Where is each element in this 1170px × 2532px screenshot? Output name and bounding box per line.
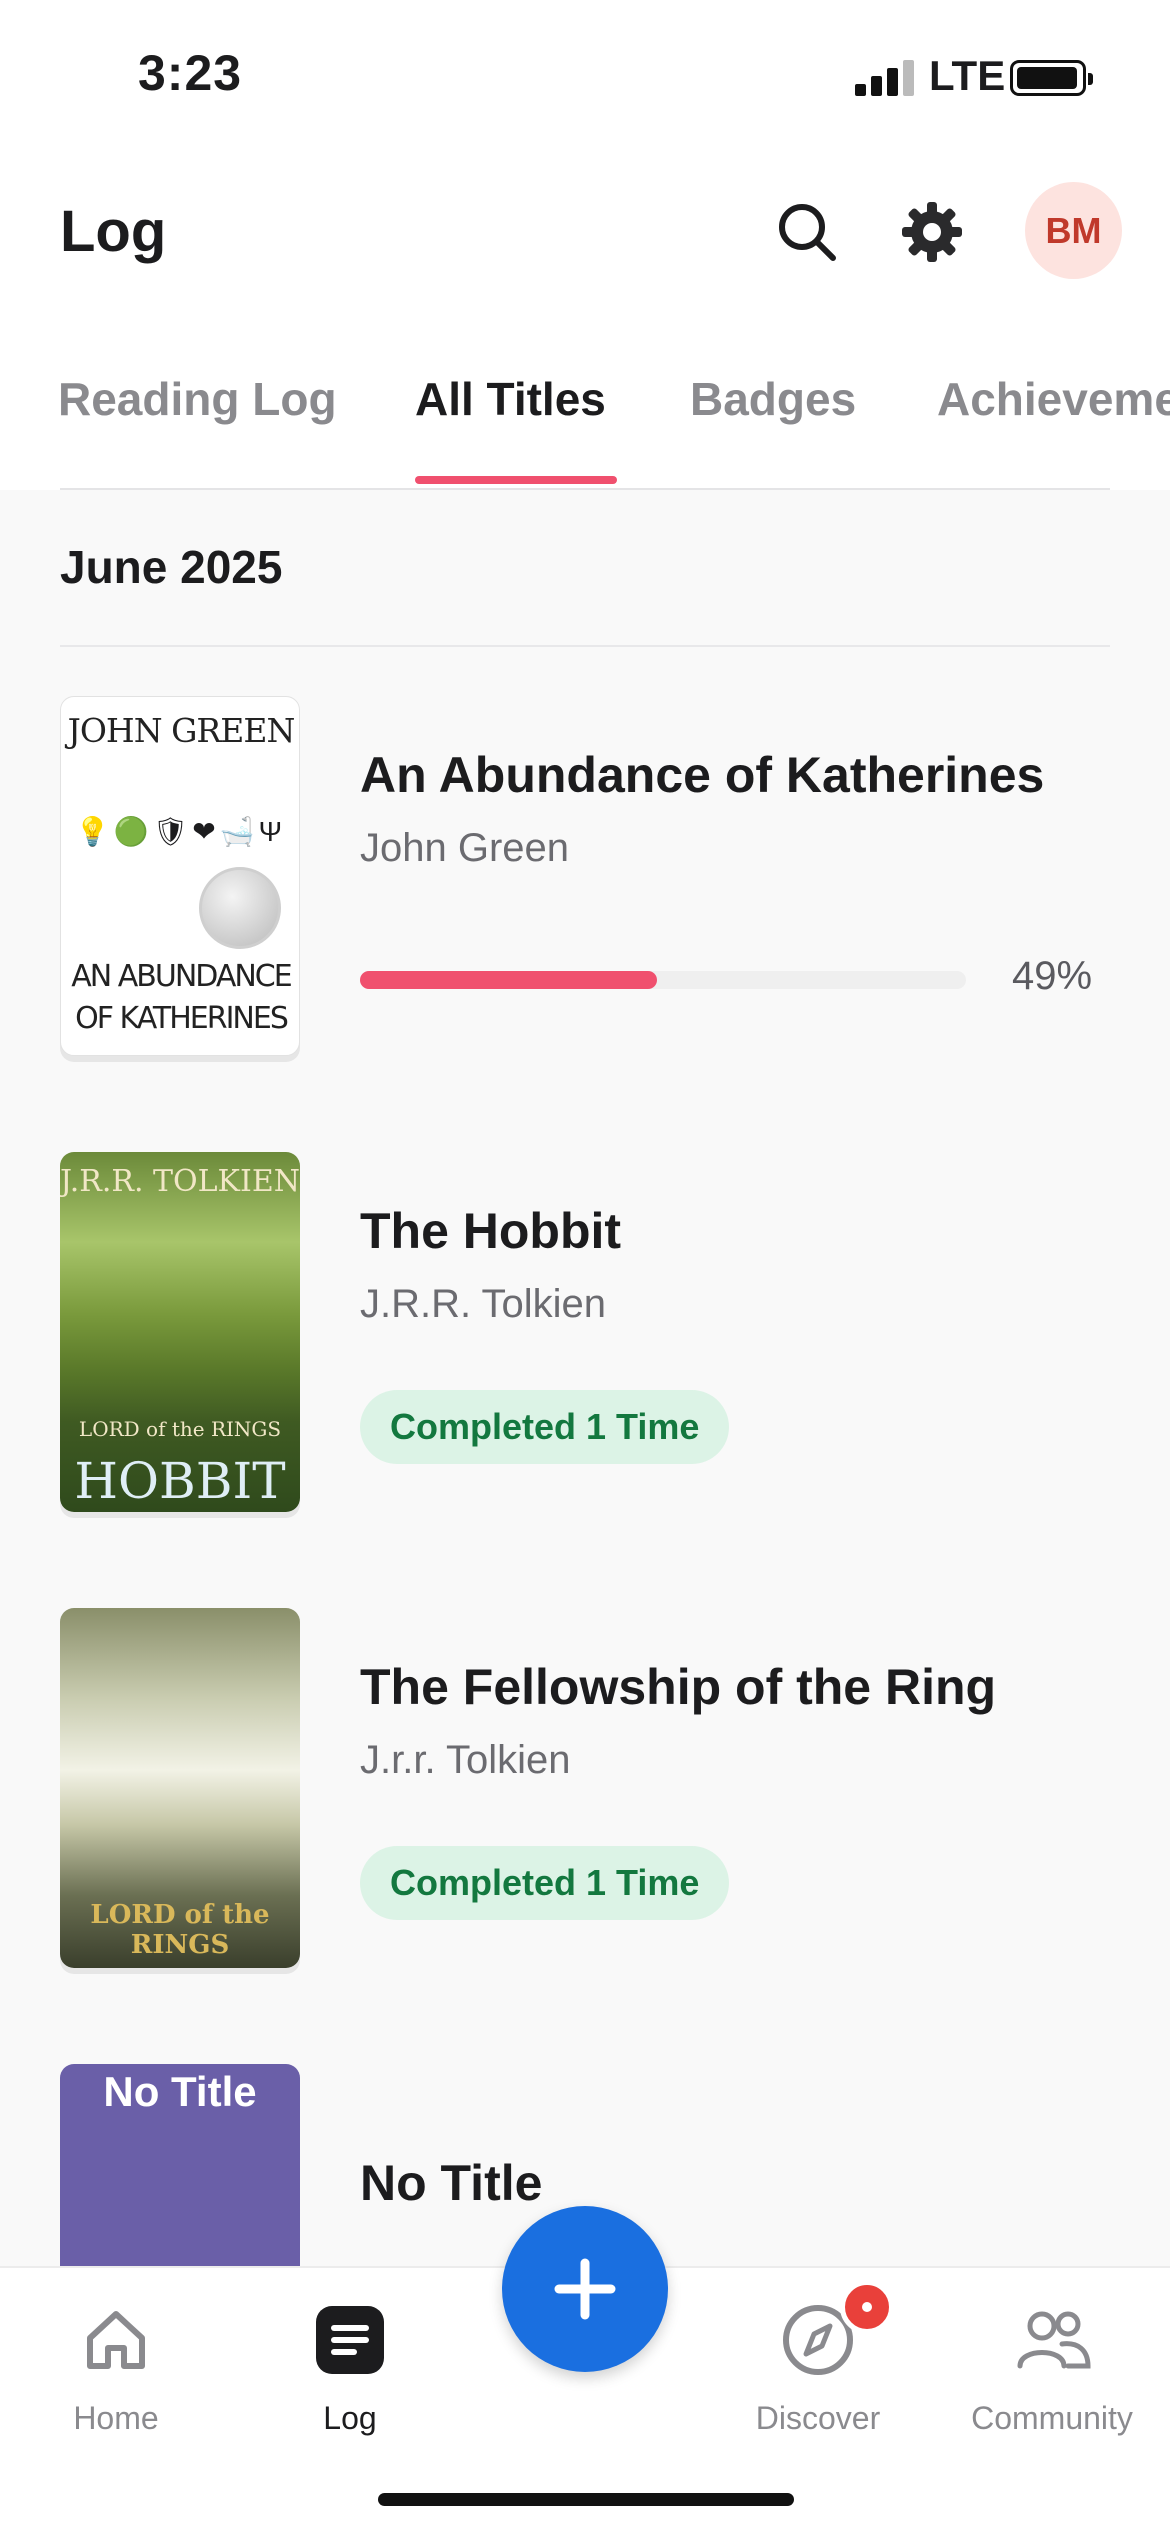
network-label: LTE	[929, 52, 1006, 99]
cover-decoration: 💡🟢🛡❤🛁Ψ	[75, 816, 286, 847]
section-title: June 2025	[60, 541, 283, 593]
cover-author: J.R.R. TOLKIEN	[60, 1164, 300, 1199]
book-author: J.r.r. Tolkien	[360, 1738, 571, 1782]
page-title: Log	[60, 199, 167, 264]
gear-icon	[902, 202, 962, 262]
home-icon	[87, 2311, 145, 2369]
nav-community[interactable]: Community	[962, 2298, 1142, 2437]
header: Log BM Reading Log All Titles Badges Ach…	[0, 150, 1170, 490]
book-title: No Title	[360, 2155, 543, 2211]
completed-badge: Completed 1 Time	[360, 1390, 730, 1464]
progress-fill	[360, 971, 657, 989]
add-book-button[interactable]	[502, 2206, 668, 2372]
nav-discover[interactable]: Discover	[728, 2280, 908, 2437]
nav-community-label: Community	[971, 2400, 1133, 2436]
nav-home-label: Home	[73, 2400, 159, 2436]
cover-label: No Title	[103, 2068, 257, 2115]
book-author: J.R.R. Tolkien	[360, 1282, 607, 1326]
search-button[interactable]	[767, 192, 847, 272]
medal-icon	[199, 867, 281, 949]
status-time: 3:23	[138, 45, 243, 101]
home-indicator	[378, 2493, 794, 2506]
tabs-divider	[60, 488, 1110, 490]
nav-log[interactable]: Log	[260, 2298, 440, 2437]
book-cover: LORD of the RINGS	[60, 1608, 300, 1968]
cover-title-line1: AN ABUNDANCE	[71, 959, 292, 994]
cover-title: HOBBIT	[74, 1452, 286, 1510]
tab-all-titles[interactable]: All Titles	[415, 372, 606, 426]
cover-series: LORD of the RINGS	[78, 1417, 282, 1441]
tab-reading-log[interactable]: Reading Log	[58, 372, 337, 426]
plus-icon	[554, 2258, 616, 2320]
book-title: An Abundance of Katherines	[360, 747, 1045, 803]
book-row[interactable]: LORD of the RINGS The Fellowship of the …	[0, 1608, 1170, 1988]
book-author: John Green	[360, 826, 570, 870]
notification-dot	[840, 2280, 894, 2334]
progress-percent: 49%	[1012, 954, 1093, 998]
book-title: The Fellowship of the Ring	[360, 1659, 997, 1715]
tab-badges[interactable]: Badges	[690, 372, 856, 426]
settings-button[interactable]	[892, 192, 972, 272]
signal-icon	[855, 60, 915, 96]
nav-discover-label: Discover	[755, 2400, 881, 2436]
people-icon	[1017, 2311, 1091, 2369]
status-bar: 3:23 LTE	[0, 0, 1170, 150]
section-divider	[60, 645, 1110, 647]
progress-bar	[360, 971, 966, 989]
book-row[interactable]: JOHN GREEN 💡🟢🛡❤🛁Ψ AN ABUNDANCE OF KATHER…	[0, 696, 1170, 1076]
nav-home[interactable]: Home	[26, 2298, 206, 2437]
active-tab-indicator	[415, 476, 617, 484]
log-icon	[316, 2306, 384, 2374]
tab-bar: Reading Log All Titles Badges Achieveme	[0, 350, 1170, 490]
battery-icon	[1010, 60, 1093, 96]
avatar[interactable]: BM	[1025, 182, 1122, 279]
tab-achievements[interactable]: Achieveme	[937, 372, 1170, 426]
book-cover: JOHN GREEN 💡🟢🛡❤🛁Ψ AN ABUNDANCE OF KATHER…	[60, 696, 300, 1056]
book-row[interactable]: J.R.R. TOLKIEN LORD of the RINGS HOBBIT …	[0, 1152, 1170, 1532]
book-title: The Hobbit	[360, 1203, 622, 1259]
cover-title-line2: OF KATHERINES	[75, 1001, 289, 1036]
cover-author: JOHN GREEN	[67, 711, 296, 750]
search-icon	[779, 204, 836, 261]
book-cover: J.R.R. TOLKIEN LORD of the RINGS HOBBIT	[60, 1152, 300, 1512]
nav-log-label: Log	[323, 2400, 377, 2436]
book-cover: No Title	[60, 2064, 300, 2266]
completed-badge: Completed 1 Time	[360, 1846, 730, 1920]
cover-series: LORD of the RINGS	[90, 1900, 270, 1960]
